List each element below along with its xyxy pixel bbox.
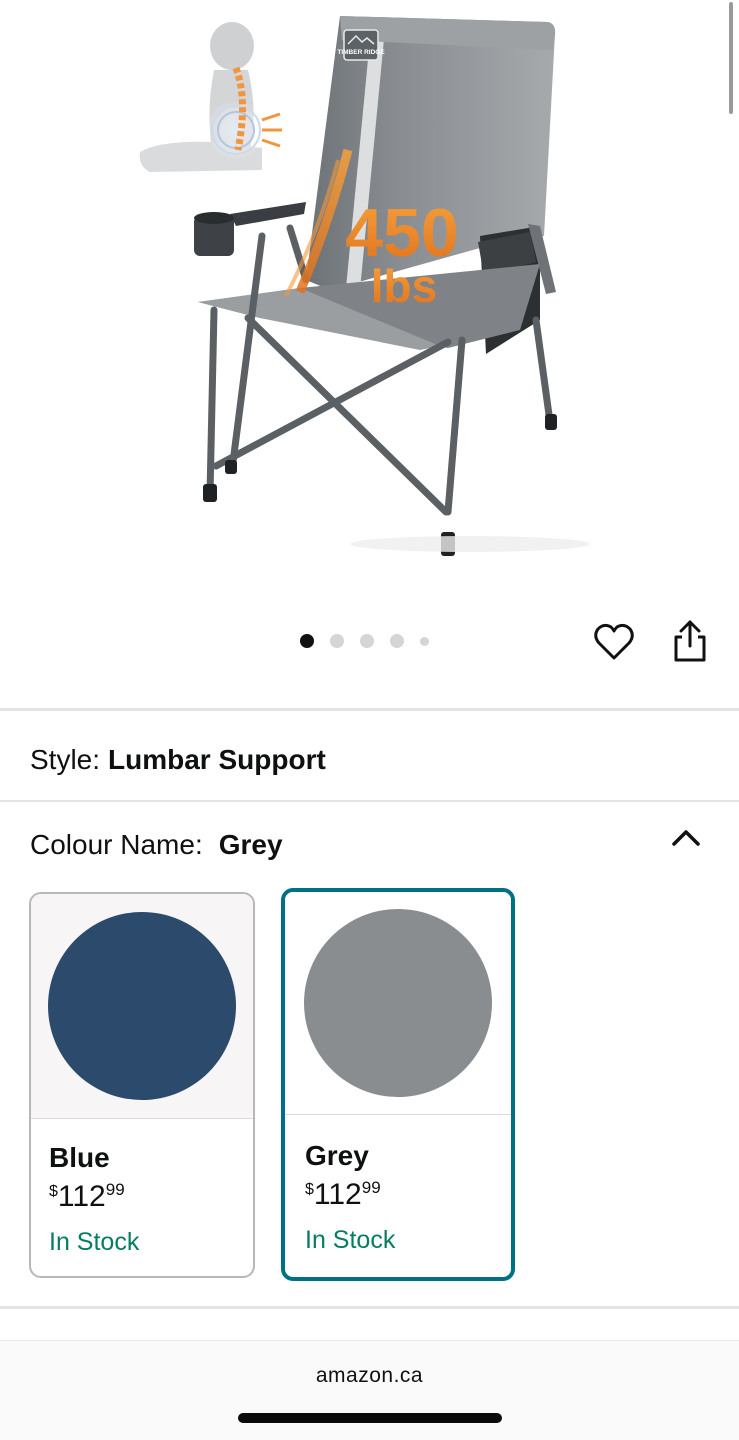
brand-logo: TIMBER RIDGE bbox=[337, 29, 385, 61]
colour-label: Colour Name: bbox=[30, 829, 203, 860]
blue-swatch-circle bbox=[48, 912, 236, 1100]
divider bbox=[0, 1340, 739, 1341]
carousel-dot-4[interactable] bbox=[390, 634, 404, 648]
browser-url[interactable]: amazon.ca bbox=[0, 1364, 739, 1388]
option-price: $11299 bbox=[49, 1180, 125, 1213]
colour-option-blue[interactable]: Blue $11299 In Stock bbox=[29, 892, 255, 1278]
swatch-image bbox=[285, 892, 511, 1115]
carousel-dot-1[interactable] bbox=[300, 634, 314, 648]
stock-status: In Stock bbox=[49, 1228, 140, 1256]
option-name: Grey bbox=[305, 1140, 369, 1171]
capacity-unit: lbs bbox=[371, 260, 437, 312]
chevron-up-icon[interactable] bbox=[668, 822, 704, 852]
stock-status: In Stock bbox=[305, 1226, 396, 1254]
scrollbar[interactable] bbox=[729, 2, 733, 114]
divider bbox=[0, 708, 739, 711]
posture-figure bbox=[139, 22, 282, 172]
colour-value: Grey bbox=[218, 829, 283, 860]
option-price: $11299 bbox=[305, 1178, 381, 1211]
carousel-dot-5[interactable] bbox=[420, 636, 429, 646]
colour-selector-header[interactable]: Colour Name: Grey bbox=[30, 829, 283, 861]
carousel-dot-2[interactable] bbox=[330, 634, 344, 648]
option-name: Blue bbox=[49, 1142, 110, 1173]
colour-option-grey[interactable]: Grey $11299 In Stock bbox=[281, 888, 515, 1281]
style-selector[interactable]: Style: Lumbar Support bbox=[30, 744, 326, 776]
product-image[interactable]: TIMBER RIDGE 450 lbs bbox=[0, 0, 739, 600]
wishlist-heart-icon[interactable] bbox=[592, 620, 636, 664]
style-value: Lumbar Support bbox=[108, 744, 326, 775]
svg-text:TIMBER RIDGE: TIMBER RIDGE bbox=[337, 49, 385, 56]
grey-swatch-circle bbox=[304, 909, 492, 1097]
swatch-image bbox=[31, 894, 253, 1119]
camping-chair-illustration: TIMBER RIDGE 450 lbs bbox=[139, 16, 590, 556]
home-indicator[interactable] bbox=[238, 1413, 502, 1423]
divider bbox=[0, 800, 739, 802]
style-label: Style: bbox=[30, 744, 101, 775]
divider bbox=[0, 1306, 739, 1309]
browser-bottom-bar bbox=[0, 1341, 739, 1440]
share-icon[interactable] bbox=[668, 618, 712, 664]
carousel-dot-3[interactable] bbox=[360, 634, 374, 648]
image-carousel-indicator[interactable] bbox=[300, 634, 429, 648]
